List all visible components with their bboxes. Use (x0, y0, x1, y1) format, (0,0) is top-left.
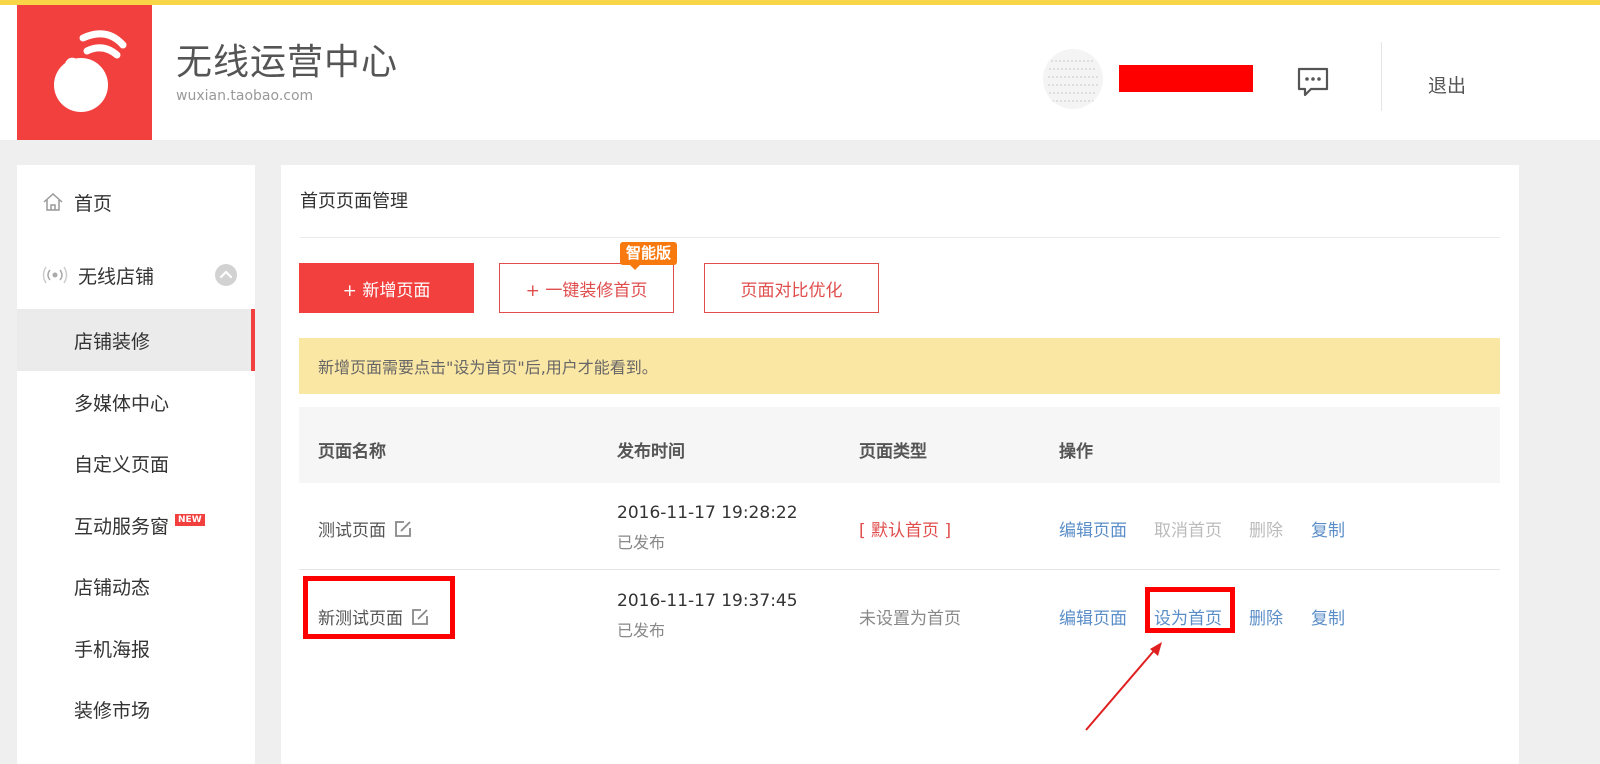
publish-status: 已发布 (617, 621, 666, 640)
copy-link[interactable]: 复制 (1311, 516, 1345, 541)
column-header-type: 页面类型 (859, 442, 927, 462)
table-row: 新测试页面 2016-11-17 19:37:45 已发布 未设置为首页 编辑页… (299, 571, 1500, 658)
edit-page-link[interactable]: 编辑页面 (1059, 604, 1127, 629)
header: 无线运营中心 wuxian.taobao.com 退出 (0, 5, 1600, 140)
header-divider (1381, 42, 1382, 111)
sidebar-item-decoration-market[interactable]: 装修市场 (17, 678, 255, 740)
publish-time: 2016-11-17 19:28:22 (617, 503, 798, 523)
avatar-pattern-icon (1048, 60, 1098, 102)
page-name: 测试页面 (318, 521, 386, 541)
sidebar-item-shop-news[interactable]: 店铺动态 (17, 555, 255, 617)
sidebar-item-label: 店铺装修 (74, 330, 151, 353)
chat-icon (1297, 67, 1329, 97)
sidebar-item-label: 互动服务窗 (74, 515, 170, 538)
page-compare-button[interactable]: 页面对比优化 (704, 263, 879, 313)
logout-link[interactable]: 退出 (1428, 71, 1466, 98)
avatar[interactable] (1043, 49, 1103, 109)
sidebar-item-service-window[interactable]: 互动服务窗 NEW (17, 494, 255, 556)
add-page-button[interactable]: + 新增页面 (299, 263, 474, 313)
column-header-actions: 操作 (1059, 442, 1093, 462)
sidebar-item-label: 店铺动态 (74, 576, 151, 599)
main-panel: 首页页面管理 + 新增页面 + 一键装修首页 智能版 页面对比优化 新增页面需要… (281, 165, 1519, 764)
username-redacted (1119, 65, 1253, 92)
column-header-time: 发布时间 (617, 442, 685, 462)
publish-time: 2016-11-17 19:37:45 (617, 591, 798, 611)
notice-text: 新增页面需要点击"设为首页"后,用户才能看到。 (318, 358, 658, 377)
one-key-decorate-button[interactable]: + 一键装修首页 (499, 263, 674, 313)
chevron-up-icon[interactable] (215, 264, 237, 286)
new-badge: NEW (175, 514, 205, 526)
edit-icon[interactable] (393, 519, 413, 539)
page-type: 未设置为首页 (859, 609, 961, 629)
sidebar-item-label: 多媒体中心 (74, 392, 170, 415)
sidebar-item-custom-page[interactable]: 自定义页面 (17, 432, 255, 494)
logo[interactable] (17, 5, 152, 140)
annotation-highlight-page-name (303, 576, 455, 639)
sidebar-item-mobile-poster[interactable]: 手机海报 (17, 617, 255, 679)
sidebar-item-shop-decoration[interactable]: 店铺装修 (17, 309, 255, 371)
sidebar-item-label: 手机海报 (74, 638, 151, 661)
title-divider (300, 237, 1500, 238)
column-header-name: 页面名称 (318, 442, 386, 462)
table-row: 测试页面 2016-11-17 19:28:22 已发布 [ 默认首页 ] 编辑… (299, 483, 1500, 570)
publish-status: 已发布 (617, 533, 666, 552)
home-icon (43, 192, 63, 211)
edit-page-link[interactable]: 编辑页面 (1059, 516, 1127, 541)
sidebar-item-label: 装修市场 (74, 699, 151, 722)
wireless-signal-icon (42, 266, 68, 284)
notice-banner: 新增页面需要点击"设为首页"后,用户才能看到。 (299, 338, 1500, 394)
table-header: 页面名称 发布时间 页面类型 操作 (299, 407, 1500, 483)
annotation-arrow-icon (1085, 642, 1162, 731)
sidebar-group-wireless-shop[interactable]: 无线店铺 (42, 260, 237, 290)
sidebar-item-media-center[interactable]: 多媒体中心 (17, 371, 255, 433)
sidebar-item-home[interactable]: 首页 (42, 187, 112, 217)
cancel-homepage-link[interactable]: 取消首页 (1154, 516, 1222, 541)
brand-title: 无线运营中心 (176, 42, 399, 83)
smart-edition-tag: 智能版 (620, 242, 678, 270)
copy-link[interactable]: 复制 (1311, 604, 1345, 629)
message-button[interactable] (1296, 65, 1330, 99)
brand-subtitle: wuxian.taobao.com (176, 88, 314, 104)
page-type: [ 默认首页 ] (859, 521, 952, 541)
page-title: 首页页面管理 (300, 191, 408, 212)
sidebar-item-label: 首页 (74, 192, 113, 215)
delete-link[interactable]: 删除 (1249, 516, 1283, 541)
page-name-cell: 测试页面 (318, 516, 413, 541)
wireless-logo-icon (54, 30, 127, 112)
sidebar-item-label: 自定义页面 (74, 453, 170, 476)
sidebar-group-label: 无线店铺 (78, 265, 155, 288)
annotation-highlight-set-homepage (1145, 587, 1235, 633)
delete-link[interactable]: 删除 (1249, 604, 1283, 629)
sidebar: 首页 无线店铺 店铺装修 多媒体中心 自定义页面 互动服务窗 NEW 店铺动态 … (17, 165, 255, 764)
